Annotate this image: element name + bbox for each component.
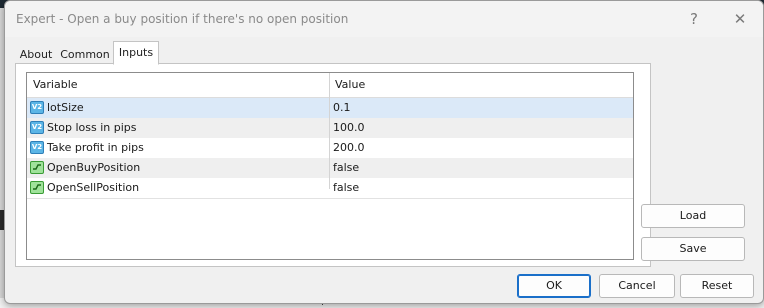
load-button[interactable]: Load bbox=[641, 204, 745, 228]
numeric-parameter-icon: V2 bbox=[30, 141, 44, 154]
save-button[interactable]: Save bbox=[641, 237, 745, 261]
table-row[interactable]: V2 Stop loss in pips 100.0 bbox=[27, 118, 633, 138]
numeric-parameter-icon: V2 bbox=[30, 121, 44, 134]
table-row[interactable]: V2 lotSize 0.1 bbox=[27, 98, 633, 118]
variable-value[interactable]: false bbox=[333, 178, 359, 198]
tab-common[interactable]: Common bbox=[57, 44, 113, 65]
column-header-variable[interactable]: Variable bbox=[33, 73, 78, 97]
close-icon[interactable]: ✕ bbox=[727, 7, 753, 31]
variable-value[interactable]: 200.0 bbox=[333, 138, 365, 158]
table-row[interactable]: OpenBuyPosition false bbox=[27, 158, 633, 178]
title-bar: Expert - Open a buy position if there's … bbox=[5, 1, 763, 37]
numeric-parameter-icon: V2 bbox=[30, 101, 44, 114]
help-icon[interactable]: ? bbox=[681, 7, 707, 31]
column-divider[interactable] bbox=[329, 73, 330, 189]
tab-about[interactable]: About bbox=[15, 44, 57, 65]
variable-name: OpenBuyPosition bbox=[47, 161, 141, 174]
cancel-button[interactable]: Cancel bbox=[599, 274, 675, 298]
table-row[interactable]: OpenSellPosition false bbox=[27, 178, 633, 199]
boolean-parameter-icon bbox=[30, 161, 44, 174]
table-row[interactable]: V2 Take profit in pips 200.0 bbox=[27, 138, 633, 159]
reset-button[interactable]: Reset bbox=[680, 274, 754, 298]
grid-header: Variable Value bbox=[27, 73, 633, 98]
variable-value[interactable]: 100.0 bbox=[333, 118, 365, 138]
ok-button[interactable]: OK bbox=[517, 274, 591, 298]
variable-value[interactable]: false bbox=[333, 158, 359, 178]
boolean-parameter-icon bbox=[30, 181, 44, 194]
inputs-grid: Variable Value V2 lotSize 0.1 V2 Stop lo… bbox=[26, 72, 634, 260]
variable-value[interactable]: 0.1 bbox=[333, 98, 351, 118]
variable-name: Take profit in pips bbox=[47, 141, 144, 154]
expert-properties-dialog: Expert - Open a buy position if there's … bbox=[4, 0, 764, 304]
column-header-value[interactable]: Value bbox=[335, 73, 365, 97]
variable-name: Stop loss in pips bbox=[47, 121, 137, 134]
variable-name: OpenSellPosition bbox=[47, 181, 140, 194]
inputs-panel: Variable Value V2 lotSize 0.1 V2 Stop lo… bbox=[15, 63, 651, 267]
window-title: Expert - Open a buy position if there's … bbox=[16, 12, 349, 26]
variable-name: lotSize bbox=[47, 101, 84, 114]
tab-inputs[interactable]: Inputs bbox=[113, 41, 159, 65]
